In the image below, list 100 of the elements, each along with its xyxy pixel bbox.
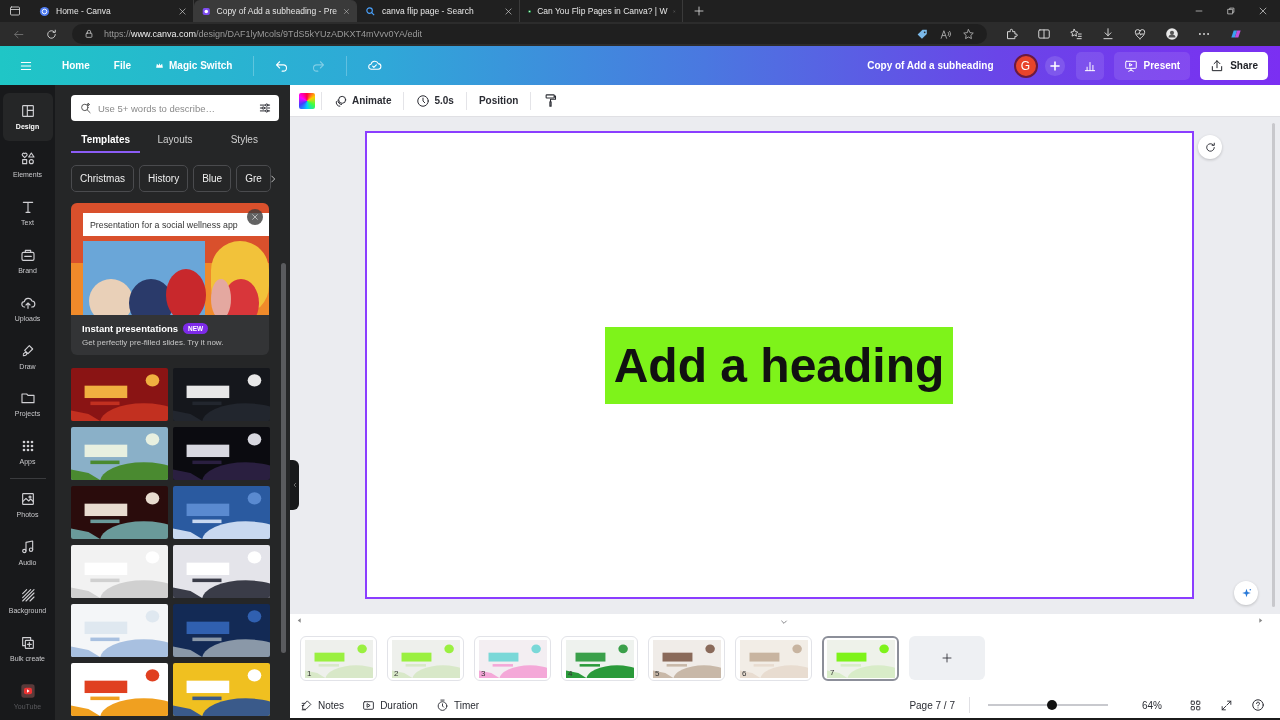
color-swatch[interactable] bbox=[299, 92, 315, 109]
animate-icon bbox=[334, 93, 348, 108]
collapse-handle[interactable] bbox=[290, 460, 299, 510]
heart-icon[interactable] bbox=[1133, 27, 1147, 41]
refresh-icon bbox=[1203, 140, 1217, 154]
restore-icon[interactable] bbox=[1226, 6, 1236, 16]
promo-title: Instant presentations bbox=[82, 323, 179, 334]
page-thumbnail[interactable]: 2 bbox=[387, 636, 464, 681]
page-thumbnail[interactable]: 1 bbox=[300, 636, 377, 681]
panel-tab[interactable]: Styles bbox=[209, 127, 279, 153]
filter-chip[interactable]: History bbox=[139, 165, 189, 192]
filter-chip[interactable]: Christmas bbox=[71, 165, 134, 192]
insights-button[interactable] bbox=[1075, 51, 1104, 80]
timer-button[interactable]: Timer bbox=[435, 698, 480, 712]
presentation-icon bbox=[1123, 58, 1138, 73]
crown-icon bbox=[155, 61, 165, 70]
scroll-left-icon[interactable] bbox=[296, 617, 303, 624]
fullscreen-icon[interactable] bbox=[1220, 698, 1233, 712]
page-number: 3 bbox=[481, 669, 486, 678]
refresh-icon[interactable] bbox=[45, 27, 58, 41]
tab-icon bbox=[365, 5, 376, 17]
slide-canvas[interactable]: Add a heading bbox=[364, 131, 1194, 599]
close-icon bbox=[251, 213, 259, 221]
timer-icon bbox=[435, 698, 449, 712]
page-thumbnail[interactable]: 5 bbox=[648, 636, 725, 681]
filter-icon[interactable] bbox=[258, 101, 272, 115]
download-icon[interactable] bbox=[1101, 27, 1115, 41]
puzzle-icon[interactable] bbox=[1005, 27, 1019, 41]
page-number: 4 bbox=[568, 669, 573, 678]
present-button[interactable]: Present bbox=[1113, 51, 1191, 80]
zoom-level[interactable]: 64% bbox=[1142, 699, 1162, 711]
url-text: https://www.canva.com/design/DAF1lyMcols/9TdS5kYUzADKXT4mVvv0YA/edit bbox=[104, 29, 422, 39]
close-icon[interactable] bbox=[178, 6, 187, 16]
rail-icon bbox=[19, 103, 36, 120]
regenerate-button[interactable] bbox=[1198, 135, 1222, 159]
new-tab-icon[interactable] bbox=[693, 5, 705, 17]
notes-icon bbox=[300, 698, 313, 712]
page-number: 7 bbox=[830, 668, 835, 677]
share-icon bbox=[1210, 58, 1225, 73]
panel-tab[interactable]: Templates bbox=[71, 127, 141, 153]
help-icon[interactable] bbox=[1251, 698, 1265, 712]
tab-icon bbox=[39, 5, 50, 17]
page-thumbnail[interactable]: 4 bbox=[561, 636, 638, 681]
chevron-down-icon bbox=[780, 618, 788, 626]
duration-icon bbox=[362, 698, 376, 712]
filter-chip[interactable]: Blue bbox=[193, 165, 232, 192]
animate-button[interactable]: Animate bbox=[328, 87, 398, 114]
split-screen-icon[interactable] bbox=[1037, 27, 1051, 41]
page-indicator: Page 7 / 7 bbox=[909, 699, 955, 711]
share-button[interactable]: Share bbox=[1200, 51, 1268, 80]
browser-tab[interactable]: Copy of Add a subheading - Pre bbox=[194, 0, 357, 22]
prompt-text: Presentation for a social wellness app bbox=[90, 219, 238, 230]
add-icon[interactable] bbox=[1043, 54, 1066, 77]
close-icon[interactable] bbox=[504, 6, 513, 16]
favorites-icon[interactable] bbox=[1069, 27, 1083, 41]
panel-tab[interactable]: Layouts bbox=[140, 127, 210, 153]
lock-icon bbox=[84, 29, 94, 39]
slider-thumb[interactable] bbox=[1046, 700, 1057, 710]
scrollbar[interactable] bbox=[1272, 123, 1275, 607]
rail-icon bbox=[19, 682, 36, 699]
document-title[interactable]: Copy of Add a subheading bbox=[867, 60, 994, 71]
page-thumbnail[interactable]: 3 bbox=[474, 636, 551, 681]
star-icon[interactable] bbox=[962, 27, 975, 41]
duration-button[interactable]: 5.0s bbox=[410, 87, 460, 114]
scrollbar[interactable] bbox=[281, 263, 286, 653]
rail-icon bbox=[19, 634, 36, 651]
page-thumbnail[interactable]: 6 bbox=[735, 636, 812, 681]
tag-icon[interactable] bbox=[916, 27, 929, 41]
close-icon[interactable] bbox=[343, 6, 350, 16]
clock-icon bbox=[416, 93, 431, 108]
promo-description: Get perfectly pre-filled slides. Try it now. bbox=[82, 338, 225, 347]
scroll-right-icon[interactable] bbox=[1257, 617, 1264, 624]
address-bar[interactable]: https://www.canva.com/design/DAF1lyMcols/9TdS5kYUzADKXT4mVvv0YA/edit bbox=[72, 24, 987, 44]
avatar[interactable]: G bbox=[1013, 53, 1038, 78]
profile-icon[interactable] bbox=[1165, 27, 1179, 41]
filter-chip[interactable]: Gre bbox=[236, 165, 271, 192]
chevron-left-icon bbox=[291, 481, 298, 489]
duration-button[interactable]: Duration bbox=[362, 698, 418, 712]
prompt-field[interactable]: Presentation for a social wellness app bbox=[83, 213, 269, 236]
read-aloud-icon[interactable] bbox=[939, 27, 952, 41]
paint-roller-icon[interactable] bbox=[543, 93, 559, 108]
tab-icon bbox=[202, 5, 211, 17]
rail-icon bbox=[19, 539, 36, 555]
page-thumbnail[interactable]: 7 bbox=[822, 636, 899, 681]
add-icon bbox=[941, 652, 953, 664]
notes-button[interactable]: Notes bbox=[300, 698, 345, 712]
sidebar-icon[interactable] bbox=[9, 5, 21, 17]
cloud-check-icon[interactable] bbox=[367, 58, 383, 73]
heading-text[interactable]: Add a heading bbox=[604, 326, 954, 404]
grid-view-icon[interactable] bbox=[1189, 698, 1202, 712]
page-number: 1 bbox=[307, 669, 312, 678]
rail-icon bbox=[19, 491, 36, 508]
rail-icon bbox=[19, 586, 36, 603]
search-field[interactable]: Use 5+ words to describe… bbox=[71, 95, 279, 121]
magic-button[interactable] bbox=[1234, 581, 1258, 605]
position-button[interactable]: Position bbox=[472, 87, 525, 114]
page-number: 5 bbox=[655, 669, 660, 678]
chevron-right-icon bbox=[268, 174, 278, 184]
close-icon[interactable] bbox=[1258, 6, 1268, 16]
page-number: 6 bbox=[742, 669, 747, 678]
